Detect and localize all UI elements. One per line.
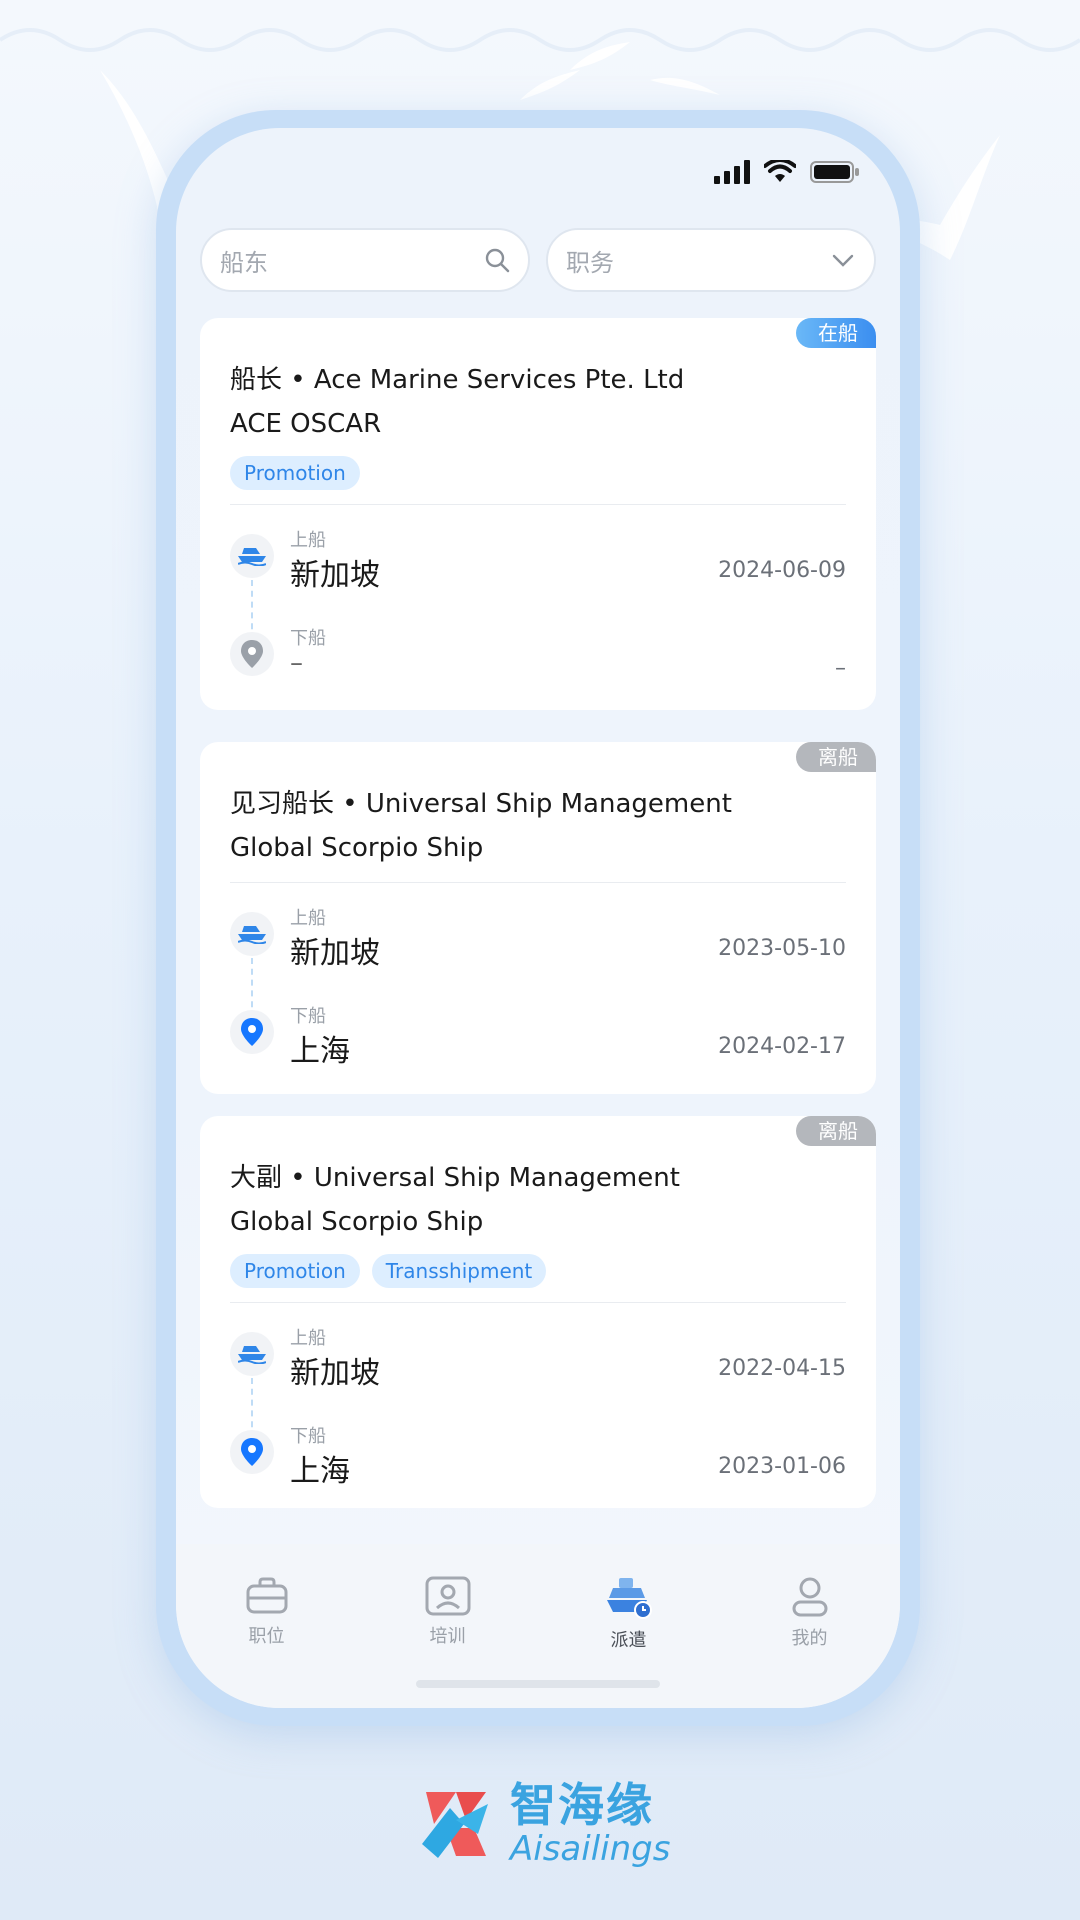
position-placeholder: 职务 [566, 248, 614, 277]
user-icon [792, 1577, 827, 1617]
divider [230, 504, 846, 505]
embark-row: 上船 新加坡 2022-04-15 [230, 1328, 846, 1392]
divider [230, 882, 846, 883]
disembark-date: 2024-02-17 [718, 1034, 846, 1059]
brand-logo: 智海缘 Aisailings [416, 1782, 670, 1866]
card-title-line1: 大副 • Universal Ship Management [230, 1163, 680, 1193]
card-title-line2: Global Scorpio Ship [230, 1207, 484, 1237]
phone-screen: 船东 职务 在船 船长 • Ace Marine Services Pte. L… [176, 128, 900, 1708]
tab-training[interactable]: 培训 [388, 1576, 508, 1708]
battery-icon [810, 161, 859, 183]
status-badge: 离船 [796, 742, 876, 772]
location-pin-icon [230, 632, 274, 676]
tag-pill: Promotion [230, 1254, 360, 1288]
disembark-label: 下船 [290, 1426, 326, 1447]
card-title-line2: Global Scorpio Ship [230, 833, 484, 863]
training-icon [425, 1576, 470, 1616]
disembark-date: – [835, 656, 846, 681]
search-icon [485, 248, 510, 273]
location-pin-icon [230, 1010, 274, 1054]
assignment-card[interactable]: 离船 大副 • Universal Ship Management Global… [200, 1116, 876, 1508]
briefcase-icon [246, 1577, 287, 1614]
signal-icon [714, 160, 750, 184]
home-indicator[interactable] [416, 1680, 660, 1688]
disembark-date: 2023-01-06 [718, 1454, 846, 1479]
embark-place: 新加坡 [290, 936, 380, 971]
disembark-row: 下船 – – [230, 628, 846, 692]
brand-name-en: Aisailings [510, 1829, 671, 1869]
tag-list: Promotion Transshipment [230, 1254, 547, 1288]
disembark-place: 上海 [290, 1454, 350, 1489]
disembark-label: 下船 [290, 1006, 326, 1027]
tab-label: 培训 [429, 1626, 466, 1647]
embark-date: 2024-06-09 [718, 558, 846, 583]
disembark-place: 上海 [290, 1034, 350, 1069]
ship-icon [230, 1332, 274, 1376]
ship-icon [230, 912, 274, 956]
aisailings-logo-icon [422, 1792, 488, 1858]
ship-dispatch-icon [606, 1578, 652, 1619]
shipowner-placeholder: 船东 [220, 248, 268, 277]
card-title-line1: 船长 • Ace Marine Services Pte. Ltd [230, 365, 685, 395]
embark-label: 上船 [290, 530, 326, 551]
embark-row: 上船 新加坡 2023-05-10 [230, 908, 846, 972]
embark-label: 上船 [290, 1328, 326, 1349]
status-bar [714, 160, 860, 184]
card-title-line2: ACE OSCAR [230, 409, 382, 439]
embark-date: 2023-05-10 [718, 936, 846, 961]
divider [230, 1302, 846, 1303]
disembark-row: 下船 上海 2024-02-17 [230, 1006, 846, 1070]
embark-row: 上船 新加坡 2024-06-09 [230, 530, 846, 594]
position-select[interactable]: 职务 [546, 228, 876, 292]
chevron-down-icon [832, 254, 854, 267]
filter-row: 船东 职务 [200, 228, 876, 292]
brand-name-cn: 智海缘 [510, 1778, 654, 1832]
brand-text: 智海缘 Aisailings [510, 1782, 670, 1866]
embark-place: 新加坡 [290, 558, 380, 593]
card-title-line1: 见习船长 • Universal Ship Management [230, 789, 732, 819]
status-badge: 离船 [796, 1116, 876, 1146]
location-pin-icon [230, 1430, 274, 1474]
embark-date: 2022-04-15 [718, 1356, 846, 1381]
disembark-label: 下船 [290, 628, 326, 649]
status-badge: 在船 [796, 318, 876, 348]
disembark-place: – [290, 648, 303, 678]
tag-pill: Transshipment [371, 1254, 547, 1288]
embark-label: 上船 [290, 908, 326, 929]
tab-label: 派遣 [610, 1630, 647, 1651]
tab-dispatch[interactable]: 派遣 [569, 1576, 689, 1708]
tab-positions[interactable]: 职位 [207, 1576, 327, 1708]
seagull-flock-illustration [520, 42, 720, 100]
disembark-row: 下船 上海 2023-01-06 [230, 1426, 846, 1490]
ship-icon [230, 534, 274, 578]
tag-pill: Promotion [230, 456, 360, 490]
assignment-card[interactable]: 离船 见习船长 • Universal Ship Management Glob… [200, 742, 876, 1094]
shipowner-search-input[interactable]: 船东 [200, 228, 530, 292]
wifi-icon [764, 160, 796, 182]
tab-me[interactable]: 我的 [750, 1576, 870, 1708]
tag-list: Promotion [230, 456, 360, 490]
tab-label: 我的 [791, 1628, 828, 1649]
embark-place: 新加坡 [290, 1356, 380, 1391]
tab-label: 职位 [248, 1626, 285, 1647]
assignment-card[interactable]: 在船 船长 • Ace Marine Services Pte. Ltd ACE… [200, 318, 876, 710]
